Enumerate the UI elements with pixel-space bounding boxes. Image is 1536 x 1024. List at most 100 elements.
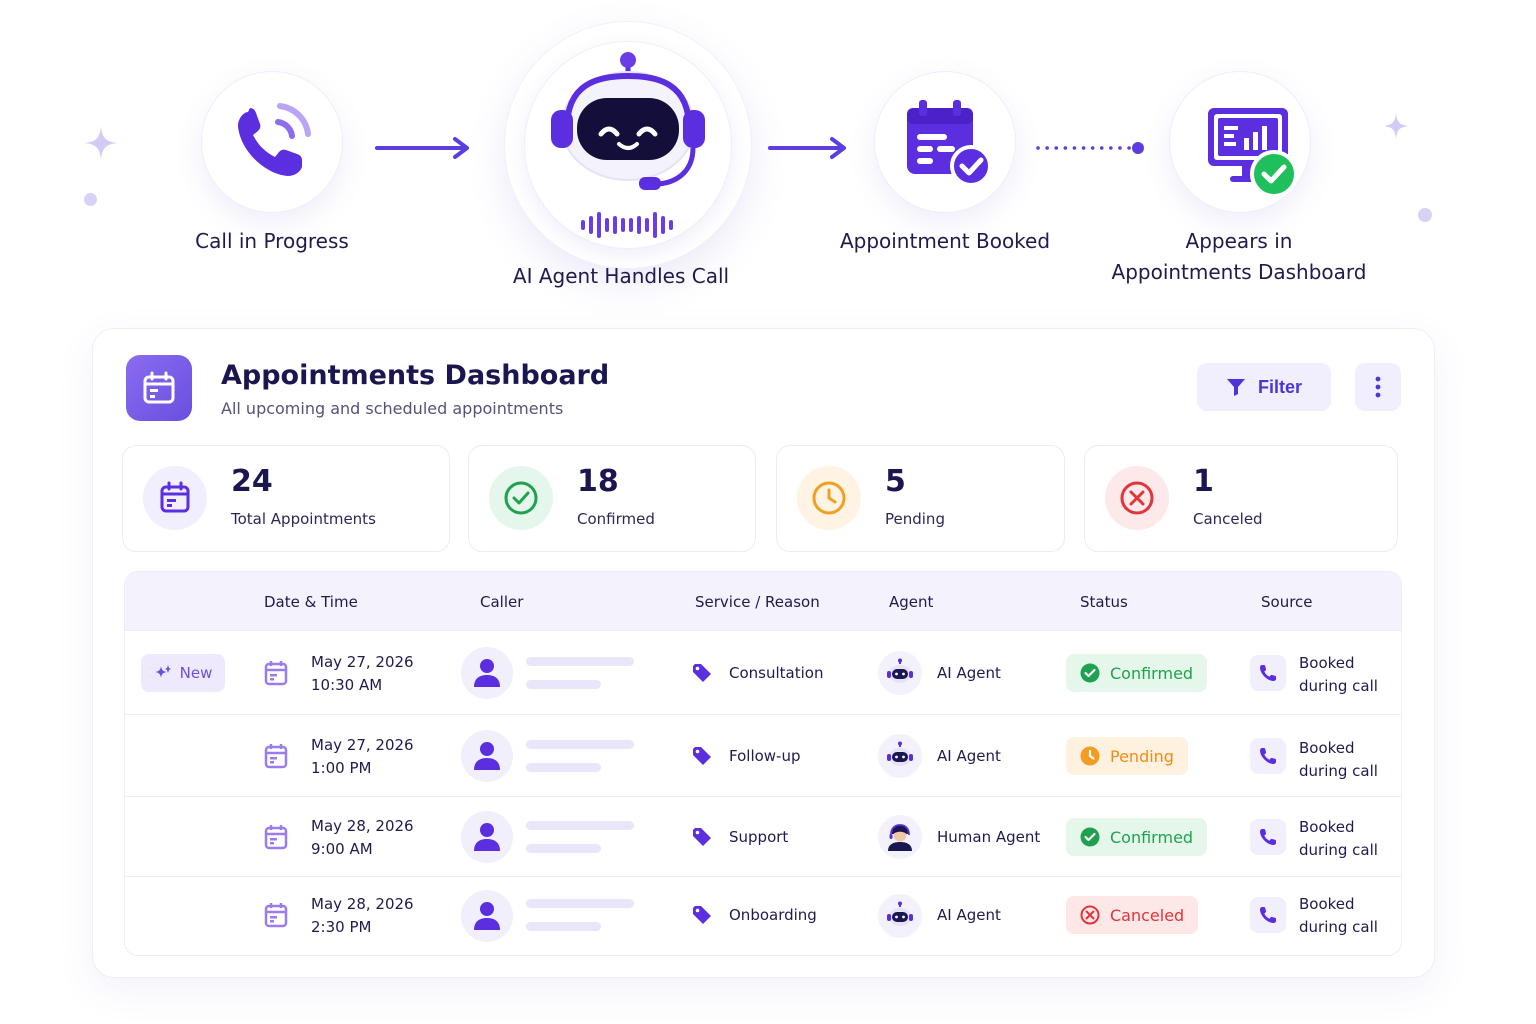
- status-badge: Canceled: [1066, 896, 1199, 934]
- caller-name-placeholder: [526, 740, 634, 749]
- status-badge: Pending: [1066, 737, 1188, 775]
- tag-icon: [693, 664, 711, 682]
- page-subtitle: All upcoming and scheduled appointments: [221, 399, 564, 418]
- column-header-status[interactable]: Status: [1080, 593, 1128, 611]
- caller-phone-placeholder: [526, 763, 601, 772]
- stat-label: Canceled: [1193, 510, 1263, 528]
- caller-name-placeholder: [526, 899, 634, 908]
- step-label: Appears in Appointments Dashboard: [1111, 229, 1367, 284]
- stat-total-appointments: 24 Total Appointments: [122, 445, 450, 552]
- source: Booked during call: [1299, 818, 1378, 859]
- sparkle-icon: [154, 665, 171, 678]
- check-circle-icon: [1080, 827, 1100, 847]
- caller-avatar-icon: [461, 730, 513, 782]
- status-badge: Confirmed: [1066, 654, 1208, 692]
- page-title: Appointments Dashboard: [221, 360, 610, 391]
- appointments-table: Date & Time Caller Service / Reason Agen…: [124, 571, 1402, 956]
- more-options-button[interactable]: [1355, 363, 1401, 411]
- caller-avatar-icon: [461, 647, 513, 699]
- stat-value: 5: [885, 464, 906, 499]
- column-header-source[interactable]: Source: [1261, 593, 1313, 611]
- step-label: AI Agent Handles Call: [512, 264, 730, 288]
- ai-agent-robot-icon: [878, 651, 922, 695]
- caller-name-placeholder: [526, 657, 634, 666]
- calendar-check-icon: [907, 100, 992, 187]
- tag-icon: [693, 906, 711, 924]
- sparkle-icon: [1383, 113, 1409, 139]
- arrow-right-icon: [375, 137, 469, 159]
- calendar-icon: [264, 661, 288, 686]
- agent-name: Human Agent: [937, 828, 1041, 846]
- agent-name: AI Agent: [937, 906, 1001, 924]
- filter-icon: [1226, 379, 1245, 396]
- stat-pending: 5 Pending: [776, 445, 1065, 552]
- date-time: May 28, 2026 9:00 AM: [311, 817, 414, 858]
- filter-button[interactable]: Filter: [1197, 363, 1331, 411]
- column-header-agent[interactable]: Agent: [889, 593, 933, 611]
- date-time: May 27, 2026 1:00 PM: [311, 736, 414, 777]
- stat-value: 24: [231, 464, 273, 499]
- service-reason: Support: [729, 828, 789, 846]
- stat-canceled: 1 Canceled: [1084, 445, 1398, 552]
- status-badge: Confirmed: [1066, 818, 1208, 856]
- stat-label: Confirmed: [577, 510, 655, 528]
- caller-phone-placeholder: [526, 680, 601, 689]
- caller-phone-placeholder: [526, 844, 601, 853]
- kebab-menu-icon: [1375, 376, 1381, 398]
- decor-dot: [84, 193, 97, 206]
- column-header-caller[interactable]: Caller: [480, 593, 523, 611]
- step-appears-in-dashboard: [1170, 72, 1310, 212]
- agent-name: AI Agent: [937, 664, 1001, 682]
- table-header: Date & Time Caller Service / Reason Agen…: [125, 572, 1401, 630]
- workflow-diagram: Call in Progress AI Agent Handles Call A…: [0, 0, 1536, 320]
- service-reason: Follow-up: [729, 747, 801, 765]
- step-label: Appointment Booked: [839, 229, 1051, 253]
- human-agent-icon: [878, 815, 922, 859]
- pending-clock-icon: [1080, 746, 1100, 766]
- step-label: Call in Progress: [195, 229, 349, 253]
- stat-label: Pending: [885, 510, 945, 528]
- step-call-in-progress: [202, 72, 342, 212]
- robot-headset-icon: [551, 52, 705, 238]
- table-row[interactable]: May 27, 2026 1:00 PM Follow-up AI Agent …: [125, 714, 1401, 796]
- sparkle-icon: [84, 126, 118, 160]
- caller-name-placeholder: [526, 821, 634, 830]
- service-reason: Onboarding: [729, 906, 817, 924]
- table-row[interactable]: May 28, 2026 2:30 PM Onboarding AI Agent…: [125, 876, 1401, 955]
- x-circle-icon: [1105, 466, 1169, 530]
- filter-label: Filter: [1257, 376, 1302, 397]
- source: Booked during call: [1299, 739, 1378, 780]
- dotted-connector: [1036, 142, 1144, 154]
- phone-icon: [1250, 819, 1286, 855]
- phone-call-icon: [238, 103, 311, 176]
- check-circle-icon: [1080, 663, 1100, 683]
- source: Booked during call: [1299, 654, 1378, 695]
- calendar-icon: [264, 825, 288, 850]
- stat-value: 1: [1193, 464, 1214, 499]
- service-reason: Consultation: [729, 664, 824, 682]
- source: Booked during call: [1299, 895, 1378, 936]
- step-appointment-booked: [875, 72, 1015, 212]
- table-row[interactable]: May 28, 2026 9:00 AM Support Human Agent…: [125, 796, 1401, 876]
- phone-icon: [1250, 897, 1286, 933]
- decor-dot: [1418, 208, 1432, 222]
- phone-icon: [1250, 655, 1286, 691]
- stat-value: 18: [577, 464, 619, 499]
- x-circle-icon: [1080, 905, 1100, 925]
- caller-avatar-icon: [461, 811, 513, 863]
- date-time: May 27, 2026 10:30 AM: [311, 653, 414, 694]
- check-circle-icon: [489, 466, 553, 530]
- table-row[interactable]: New May 27, 2026 10:30 AM Consultation A…: [125, 630, 1401, 714]
- arrow-right-icon: [768, 137, 846, 159]
- new-badge: New: [141, 654, 225, 692]
- date-time: May 28, 2026 2:30 PM: [311, 895, 414, 936]
- calendar-icon: [264, 744, 288, 769]
- stat-confirmed: 18 Confirmed: [468, 445, 756, 552]
- tag-icon: [693, 828, 711, 846]
- stat-label: Total Appointments: [231, 510, 376, 528]
- calendar-icon: [143, 466, 207, 530]
- agent-name: AI Agent: [937, 747, 1001, 765]
- ai-agent-robot-icon: [878, 734, 922, 778]
- column-header-date-time[interactable]: Date & Time: [264, 593, 358, 611]
- column-header-service[interactable]: Service / Reason: [695, 593, 820, 611]
